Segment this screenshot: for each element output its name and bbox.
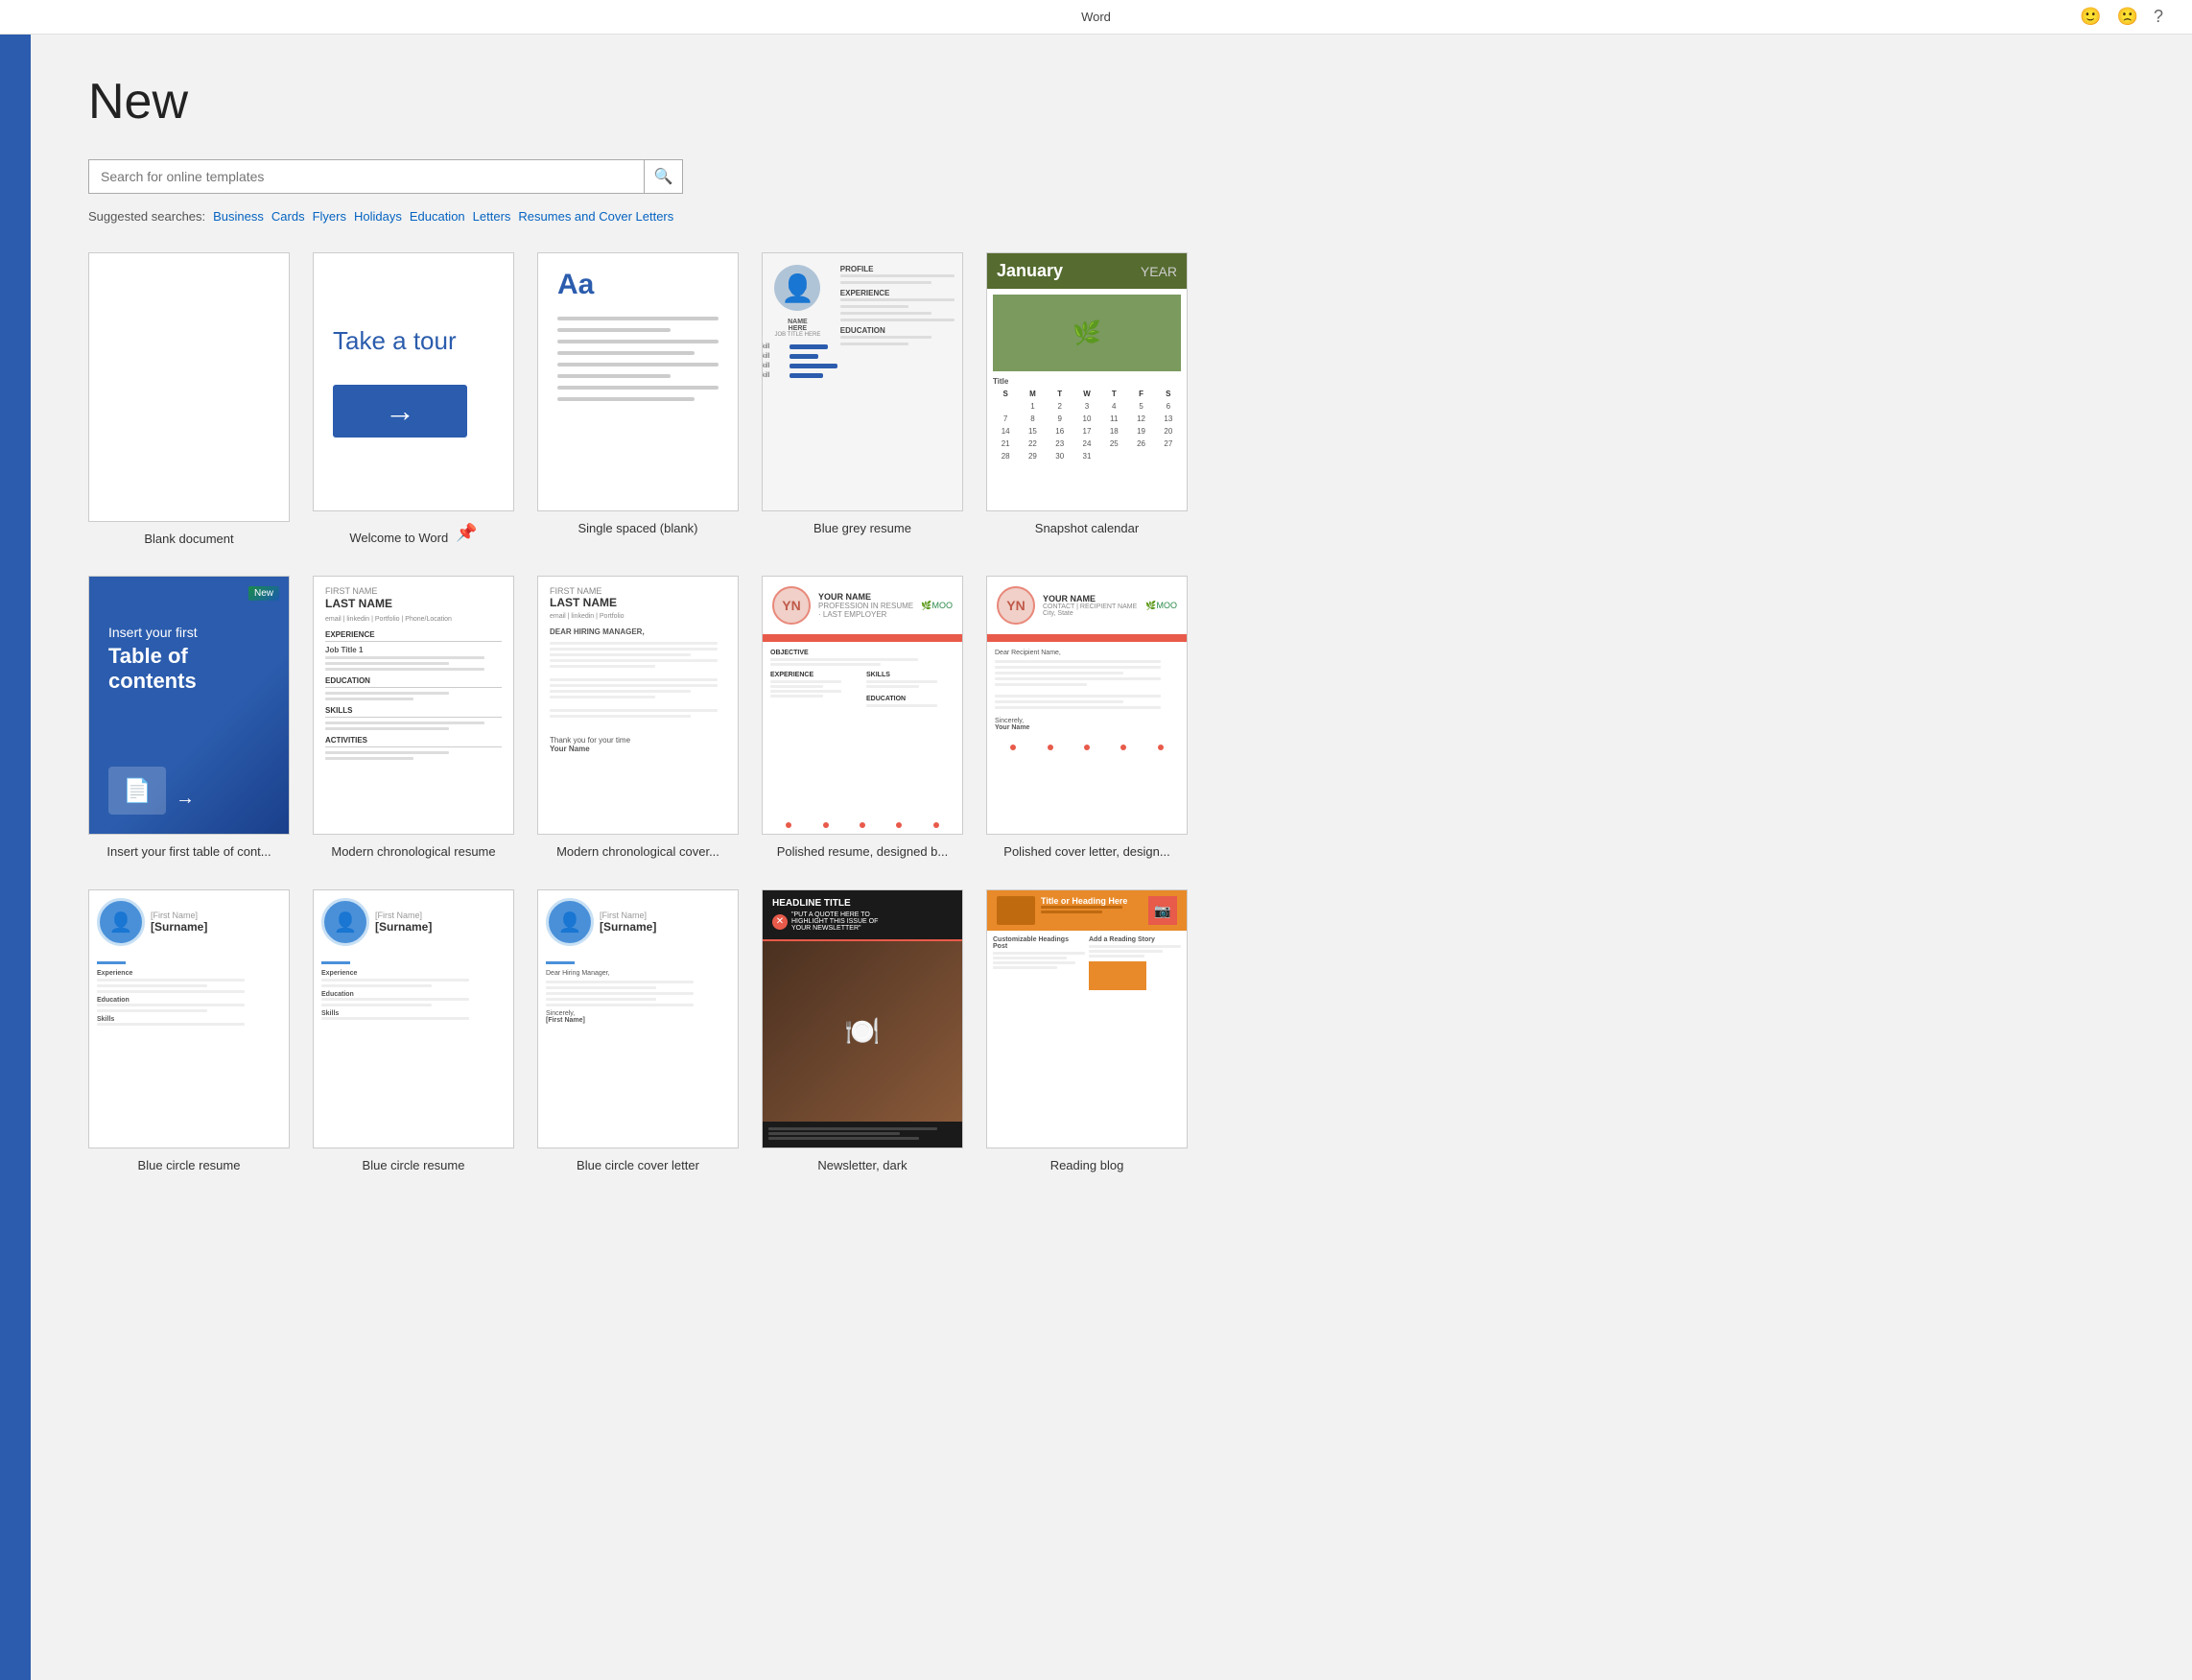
smiley-icon[interactable]: 🙂 — [2080, 7, 2101, 27]
template-bcr2-label: Blue circle resume — [363, 1158, 465, 1172]
suggested-business[interactable]: Business — [213, 209, 264, 224]
templates-row1: Blank document Take a tour → Welcome to … — [88, 252, 2134, 545]
template-rb-thumb: Title or Heading Here 📷 Customizable Hea… — [986, 889, 1188, 1148]
template-pr-thumb: YN YOUR NAME PROFESSION IN RESUME · LAST… — [762, 576, 963, 835]
search-container: 🔍 — [88, 159, 2134, 194]
toc-badge: New — [248, 586, 279, 601]
ss-line-5 — [557, 363, 719, 367]
template-newsletter[interactable]: HEADLINE TITLE ✕ "PUT A QUOTE HERE TOHIG… — [762, 889, 963, 1172]
template-cal-thumb: January YEAR 🌿 Title S M T W T F — [986, 252, 1188, 511]
suggested-cards[interactable]: Cards — [271, 209, 305, 224]
tour-title: Take a tour — [333, 326, 457, 356]
template-mccl-label: Modern chronological cover... — [556, 844, 719, 859]
template-single-spaced-thumb: Aa — [537, 252, 739, 511]
cal-year: YEAR — [1141, 264, 1177, 279]
suggested-label: Suggested searches: — [88, 209, 205, 224]
title-bar-controls: 🙂 🙁 ? — [2080, 7, 2163, 27]
templates-row2: New Insert your first Table ofcontents 📄… — [88, 576, 2134, 859]
ss-aa-text: Aa — [557, 269, 719, 301]
pr-initials: YN — [772, 586, 811, 625]
template-pr-label: Polished resume, designed b... — [777, 844, 949, 859]
template-pcl[interactable]: YN YOUR NAME CONTACT | RECIPIENT NAME Ci… — [986, 576, 1188, 859]
template-nl-label: Newsletter, dark — [817, 1158, 907, 1172]
title-bar: Word 🙂 🙁 ? — [0, 0, 2192, 35]
template-single-spaced[interactable]: Aa Single spaced (blank) — [537, 252, 739, 545]
toc-arrow: → — [176, 788, 195, 810]
template-blank[interactable]: Blank document — [88, 252, 290, 545]
template-mcr-label: Modern chronological resume — [331, 844, 495, 859]
bcr2-circle: 👤 — [321, 898, 369, 946]
template-snapshot-calendar[interactable]: January YEAR 🌿 Title S M T W T F — [986, 252, 1188, 545]
ss-line-4 — [557, 351, 695, 355]
template-mcr-thumb: FIRST NAME LAST NAME email | linkedin | … — [313, 576, 514, 835]
suggested-resumes[interactable]: Resumes and Cover Letters — [518, 209, 673, 224]
template-toc-thumb: New Insert your first Table ofcontents 📄… — [88, 576, 290, 835]
template-blank-label: Blank document — [144, 532, 233, 545]
help-icon[interactable]: ? — [2154, 7, 2163, 27]
ss-line-2 — [557, 328, 671, 332]
template-bcr1-label: Blue circle resume — [138, 1158, 241, 1172]
bcr3-circle: 👤 — [546, 898, 594, 946]
template-tour-label-row: Welcome to Word 📌 — [349, 521, 477, 545]
template-toc[interactable]: New Insert your first Table ofcontents 📄… — [88, 576, 290, 859]
ss-line-8 — [557, 397, 695, 401]
template-blue-grey-resume[interactable]: 👤 NAMEHERE JOB TITLE HERE Skill Skill Sk… — [762, 252, 963, 545]
template-bcr3-label: Blue circle cover letter — [577, 1158, 699, 1172]
pcl-initials: YN — [997, 586, 1035, 625]
tour-arrow-icon: → — [385, 393, 415, 429]
template-rb-label: Reading blog — [1050, 1158, 1124, 1172]
template-toc-label: Insert your first table of cont... — [106, 844, 271, 859]
template-pcl-thumb: YN YOUR NAME CONTACT | RECIPIENT NAME Ci… — [986, 576, 1188, 835]
search-input[interactable] — [88, 159, 645, 194]
toc-icon: 📄 — [108, 767, 166, 815]
template-pcl-label: Polished cover letter, design... — [1003, 844, 1169, 859]
template-bcr1-thumb: 👤 [First Name] [Surname] Experience Educ… — [88, 889, 290, 1148]
template-blank-thumb — [88, 252, 290, 522]
suggested-flyers[interactable]: Flyers — [313, 209, 346, 224]
templates-row3: 👤 [First Name] [Surname] Experience Educ… — [88, 889, 2134, 1172]
tour-arrow-box: → — [333, 385, 467, 438]
ss-line-1 — [557, 317, 719, 320]
sidebar-accent — [0, 35, 31, 1680]
suggested-searches: Suggested searches: Business Cards Flyer… — [88, 209, 2134, 224]
app-title: Word — [1081, 10, 1111, 24]
sad-icon[interactable]: 🙁 — [2117, 7, 2138, 27]
template-tour-thumb: Take a tour → — [313, 252, 514, 511]
template-tour-label: Welcome to Word — [349, 531, 448, 545]
template-cal-label: Snapshot calendar — [1035, 521, 1139, 535]
toc-text2: Table ofcontents — [108, 644, 270, 695]
ss-line-7 — [557, 386, 719, 390]
page-title: New — [88, 73, 2134, 130]
template-tour[interactable]: Take a tour → Welcome to Word 📌 — [313, 252, 514, 545]
suggested-education[interactable]: Education — [410, 209, 465, 224]
template-bgr-label: Blue grey resume — [813, 521, 911, 535]
suggested-letters[interactable]: Letters — [473, 209, 511, 224]
template-bcr2[interactable]: 👤 [First Name] [Surname] Experience Educ… — [313, 889, 514, 1172]
template-single-spaced-label: Single spaced (blank) — [577, 521, 697, 535]
template-mcr[interactable]: FIRST NAME LAST NAME email | linkedin | … — [313, 576, 514, 859]
pin-icon[interactable]: 📌 — [456, 523, 477, 543]
ss-line-6 — [557, 374, 671, 378]
template-mccl-thumb: FIRST NAME LAST NAME email | linkedin | … — [537, 576, 739, 835]
toc-text1: Insert your first — [108, 625, 270, 640]
template-nl-thumb: HEADLINE TITLE ✕ "PUT A QUOTE HERE TOHIG… — [762, 889, 963, 1148]
cal-image: 🌿 — [993, 295, 1181, 371]
template-mccl[interactable]: FIRST NAME LAST NAME email | linkedin | … — [537, 576, 739, 859]
template-pr[interactable]: YN YOUR NAME PROFESSION IN RESUME · LAST… — [762, 576, 963, 859]
template-bcr1[interactable]: 👤 [First Name] [Surname] Experience Educ… — [88, 889, 290, 1172]
suggested-holidays[interactable]: Holidays — [354, 209, 402, 224]
template-bcr3[interactable]: 👤 [First Name] [Surname] Dear Hiring Man… — [537, 889, 739, 1172]
template-reading-blog[interactable]: Title or Heading Here 📷 Customizable Hea… — [986, 889, 1188, 1172]
template-bcr3-thumb: 👤 [First Name] [Surname] Dear Hiring Man… — [537, 889, 739, 1148]
cal-month: January — [997, 261, 1063, 281]
main-content: New 🔍 Suggested searches: Business Cards… — [31, 35, 2192, 1645]
ss-line-3 — [557, 340, 719, 343]
bcr-circle: 👤 — [97, 898, 145, 946]
template-bcr2-thumb: 👤 [First Name] [Surname] Experience Educ… — [313, 889, 514, 1148]
template-bgr-thumb: 👤 NAMEHERE JOB TITLE HERE Skill Skill Sk… — [762, 252, 963, 511]
search-button[interactable]: 🔍 — [645, 159, 683, 194]
